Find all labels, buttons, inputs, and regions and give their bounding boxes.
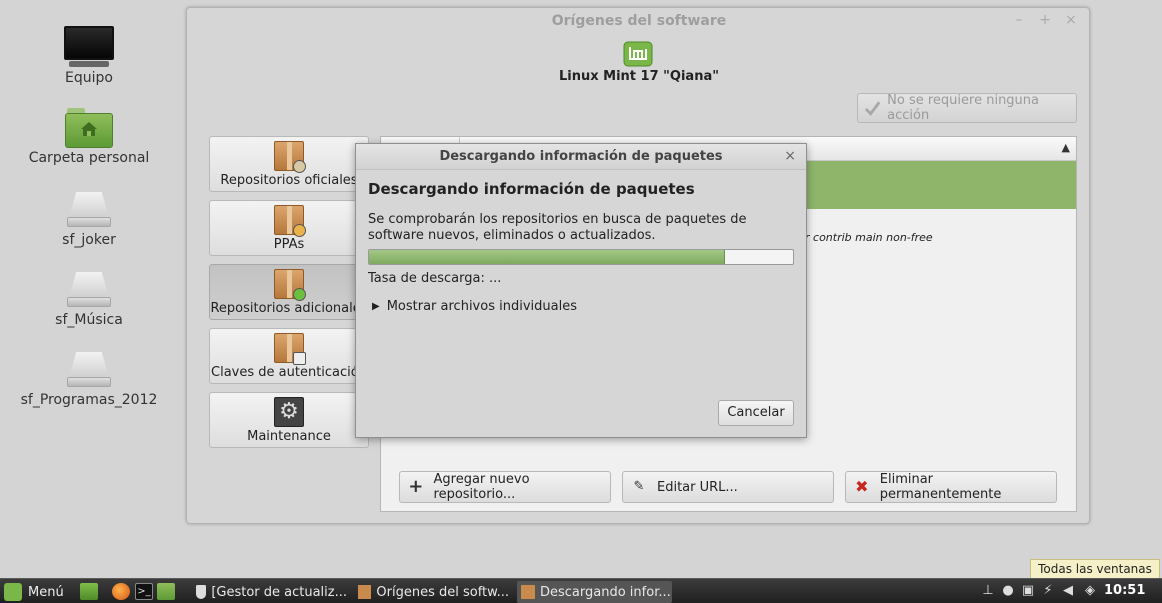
update-shield-icon[interactable]: ◈ (1082, 583, 1098, 599)
home-folder-icon (65, 108, 113, 148)
cancel-button[interactable]: Cancelar (718, 400, 794, 426)
package-key-icon (274, 333, 306, 365)
desktop-icon-label: Carpeta personal (28, 150, 150, 166)
desktop-icon-sf-programas[interactable]: sf_Programas_2012 (14, 350, 164, 408)
task-label: [Gestor de actualiz... (211, 584, 347, 600)
edit-url-button[interactable]: ✎ Editar URL... (622, 471, 834, 503)
desktop-icon-computer[interactable]: Equipo (14, 26, 164, 86)
window-title: Orígenes del software (551, 13, 727, 29)
minimize-icon[interactable]: – (1011, 12, 1027, 28)
desktop-icon-label: sf_Música (55, 312, 123, 328)
user-icon[interactable]: ● (1000, 583, 1016, 599)
window-list-icon[interactable]: ⊥ (980, 583, 996, 599)
network-icon[interactable]: ⚡ (1040, 583, 1056, 599)
show-files-expander[interactable]: ▶ Mostrar archivos individuales (372, 299, 577, 314)
sidebar-item-label: Maintenance (247, 429, 331, 444)
volume-icon[interactable]: ◀ (1060, 583, 1076, 599)
checkmark-icon (864, 101, 881, 116)
sidebar-item-label: Claves de autenticación (211, 365, 367, 380)
pencil-icon: ✎ (633, 479, 645, 494)
remove-repository-label: Eliminar permanentemente (879, 472, 1002, 502)
computer-icon (64, 26, 114, 68)
maximize-icon[interactable]: + (1037, 12, 1053, 28)
terminal-icon[interactable]: >_ (135, 583, 153, 600)
desktop-icon-label: Equipo (65, 70, 113, 86)
sidebar-item-maintenance[interactable]: ⚙ Maintenance (209, 392, 369, 448)
task-update-manager[interactable]: [Gestor de actualiz... (192, 581, 347, 603)
task-downloading[interactable]: Descargando infor... (517, 581, 672, 603)
close-icon[interactable]: × (784, 148, 796, 164)
menu-button[interactable]: Menú (4, 582, 64, 602)
package-icon (358, 585, 372, 599)
add-repository-label: Agregar nuevo repositorio... (433, 472, 530, 502)
progress-fill (369, 250, 726, 264)
expander-triangle-icon: ▶ (372, 301, 380, 312)
desktop-icon-sf-joker[interactable]: sf_joker (14, 190, 164, 248)
sidebar-item-auth-keys[interactable]: Claves de autenticación (209, 328, 369, 384)
dialog-titlebar: Descargando información de paquetes × (356, 144, 806, 170)
task-label: Orígenes del softw... (376, 584, 509, 600)
menu-label: Menú (28, 584, 64, 600)
clock: 10:51 (1104, 583, 1146, 598)
sort-ascending-icon[interactable]: ▲ (1062, 141, 1070, 154)
taskbar: Menú >_ [Gestor de actualiz... Orígenes … (0, 578, 1162, 603)
delete-x-icon: ✖ (855, 477, 869, 496)
package-add-icon (274, 269, 306, 301)
show-desktop-icon[interactable] (80, 583, 98, 600)
download-dialog: Descargando información de paquetes × De… (355, 143, 807, 438)
sidebar-item-official-repos[interactable]: Repositorios oficiales (209, 136, 369, 192)
task-label: Descargando infor... (540, 584, 671, 600)
dialog-title: Descargando información de paquetes (439, 149, 723, 164)
files-folder-icon[interactable] (157, 583, 175, 600)
download-progress-bar (368, 249, 794, 265)
remove-repository-button[interactable]: ✖ Eliminar permanentemente (845, 471, 1057, 503)
window-controls: – + × (1011, 12, 1079, 28)
add-repository-button[interactable]: + Agregar nuevo repositorio... (399, 471, 611, 503)
desktop-icon-label: sf_joker (62, 232, 116, 248)
sidebar-item-additional-repos[interactable]: Repositorios adicionales (209, 264, 369, 320)
firefox-icon[interactable] (112, 583, 130, 600)
desktop-icon-sf-musica[interactable]: sf_Música (14, 270, 164, 328)
expander-label: Mostrar archivos individuales (386, 299, 577, 314)
screenshot-icon[interactable]: ▣ (1020, 583, 1036, 599)
package-icon (274, 141, 306, 173)
mint-menu-icon (4, 583, 22, 601)
plus-icon: + (408, 476, 424, 497)
task-software-sources[interactable]: Orígenes del softw... (354, 581, 509, 603)
sidebar-item-ppas[interactable]: PPAs (209, 200, 369, 256)
edit-url-label: Editar URL... (657, 479, 738, 495)
sidebar-item-label: PPAs (273, 237, 305, 252)
shield-icon (196, 585, 207, 599)
package-icon (274, 205, 306, 237)
sidebar-item-label: Repositorios adicionales (210, 301, 368, 316)
desktop-icon-label: sf_Programas_2012 (20, 392, 158, 408)
no-action-button[interactable]: No se requiere ninguna acción (857, 93, 1077, 123)
repository-row-text[interactable]: r contrib main non-free (805, 231, 933, 244)
maintenance-gear-icon: ⚙ (274, 397, 304, 427)
package-icon (521, 585, 535, 599)
desktop-icon-home[interactable]: Carpeta personal (14, 108, 164, 166)
linux-mint-logo-icon (623, 41, 653, 67)
tooltip: Todas las ventanas (1030, 559, 1160, 579)
distro-name: Linux Mint 17 "Qiana" (558, 69, 720, 84)
download-rate: Tasa de descarga: ... (368, 271, 502, 286)
dialog-heading: Descargando información de paquetes (368, 180, 695, 198)
drive-icon (65, 350, 113, 390)
drive-icon (65, 270, 113, 310)
sidebar-item-label: Repositorios oficiales (220, 173, 358, 188)
dialog-description: Se comprobarán los repositorios en busca… (368, 212, 747, 243)
drive-icon (65, 190, 113, 230)
no-action-label: No se requiere ninguna acción (887, 93, 1040, 123)
close-icon[interactable]: × (1063, 12, 1079, 28)
